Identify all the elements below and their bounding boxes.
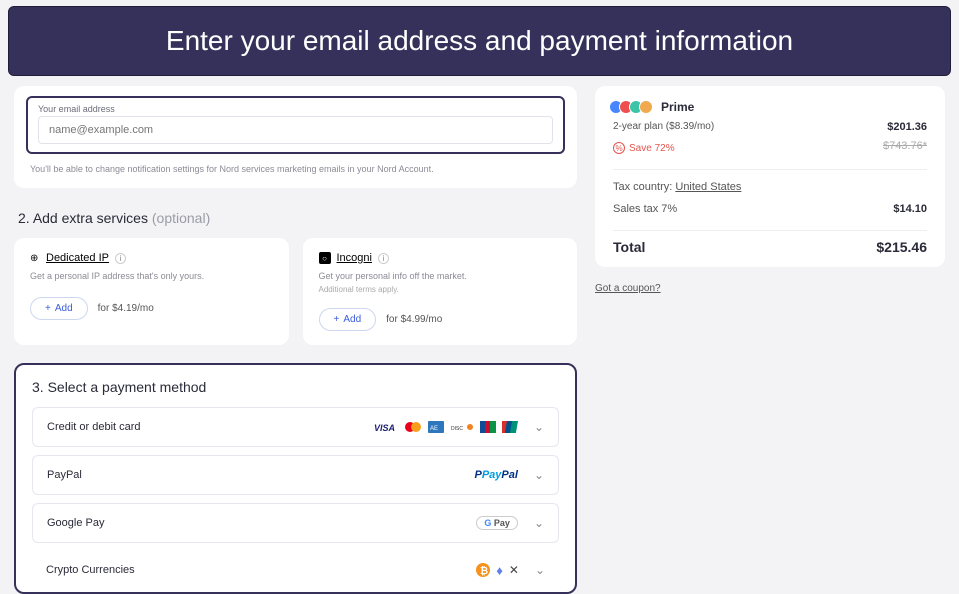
tax-country-label: Tax country: — [613, 181, 672, 193]
chevron-down-icon: ⌄ — [534, 468, 544, 482]
visa-icon: VISA — [372, 421, 398, 433]
svg-text:₿: ₿ — [480, 565, 488, 577]
incogni-card: ○ Incogni i Get your personal info off t… — [303, 238, 578, 345]
paypal-icon: PPayPal — [475, 469, 518, 481]
chevron-down-icon: ⌄ — [534, 516, 544, 530]
payment-option-credit-card[interactable]: Credit or debit card VISA AE DISC ⌄ — [32, 407, 559, 447]
ripple-icon: ✕ — [509, 563, 519, 577]
svg-text:DISC: DISC — [451, 426, 463, 432]
svg-text:AE: AE — [430, 426, 438, 432]
email-card: Your email address You'll be able to cha… — [14, 86, 577, 188]
dedicated-ip-title: Dedicated IP — [46, 252, 109, 264]
incogni-price: for $4.99/mo — [386, 314, 442, 325]
order-summary: Prime 2-year plan ($8.39/mo) $201.36 % S… — [595, 86, 945, 267]
gpay-icon: G Pay — [476, 516, 518, 530]
svg-text:VISA: VISA — [374, 423, 395, 433]
ethereum-icon: ♦ — [496, 563, 503, 578]
plan-price: $201.36 — [887, 121, 927, 134]
email-note: You'll be able to change notification se… — [26, 164, 565, 174]
plus-icon: + — [45, 303, 51, 314]
save-badge: % Save 72% — [613, 142, 675, 154]
incogni-sub: Additional terms apply. — [319, 285, 562, 294]
target-icon: ⊕ — [30, 253, 40, 264]
info-icon[interactable]: i — [378, 253, 389, 264]
incogni-title: Incogni — [337, 252, 372, 264]
tax-amount: $14.10 — [893, 203, 927, 215]
mastercard-icon — [404, 421, 422, 433]
payment-section-title: 3. Select a payment method — [32, 379, 559, 395]
dedicated-ip-price: for $4.19/mo — [98, 303, 154, 314]
add-dedicated-ip-button[interactable]: +Add — [30, 297, 88, 320]
chevron-down-icon: ⌄ — [534, 420, 544, 434]
total-amount: $215.46 — [876, 239, 927, 255]
plan-line: 2-year plan ($8.39/mo) — [613, 121, 714, 132]
amex-icon: AE — [428, 421, 444, 433]
email-input[interactable] — [38, 116, 553, 144]
payment-option-google-pay[interactable]: Google Pay G Pay ⌄ — [32, 503, 559, 543]
discover-icon: DISC — [450, 421, 474, 433]
total-label: Total — [613, 239, 645, 255]
incogni-desc: Get your personal info off the market. — [319, 270, 562, 283]
jcb-icon — [480, 421, 496, 433]
instruction-banner: Enter your email address and payment inf… — [8, 6, 951, 76]
email-label: Your email address — [38, 104, 553, 114]
brand-icons — [613, 100, 653, 114]
payment-section: 3. Select a payment method Credit or deb… — [14, 363, 577, 594]
tax-country-link[interactable]: United States — [675, 181, 741, 193]
extras-section-title: 2. Add extra services (optional) — [18, 210, 577, 226]
incogni-icon: ○ — [319, 252, 331, 264]
dedicated-ip-desc: Get a personal IP address that's only yo… — [30, 270, 273, 283]
payment-option-crypto[interactable]: Crypto Currencies ₿ ♦ ✕ ⌄ — [32, 551, 559, 580]
plus-icon: + — [334, 314, 340, 325]
info-icon[interactable]: i — [115, 253, 126, 264]
payment-option-paypal[interactable]: PayPal PPayPal ⌄ — [32, 455, 559, 495]
bitcoin-icon: ₿ — [476, 563, 490, 577]
got-coupon-link[interactable]: Got a coupon? — [595, 283, 661, 294]
email-field-wrapper: Your email address — [26, 96, 565, 154]
chevron-down-icon: ⌄ — [535, 563, 545, 577]
dedicated-ip-card: ⊕ Dedicated IP i Get a personal IP addre… — [14, 238, 289, 345]
old-price: $743.76* — [883, 140, 927, 154]
unionpay-icon — [502, 421, 518, 433]
add-incogni-button[interactable]: +Add — [319, 308, 377, 331]
plan-name: Prime — [661, 100, 694, 114]
discount-icon: % — [613, 142, 625, 154]
tax-label: Sales tax 7% — [613, 203, 677, 215]
